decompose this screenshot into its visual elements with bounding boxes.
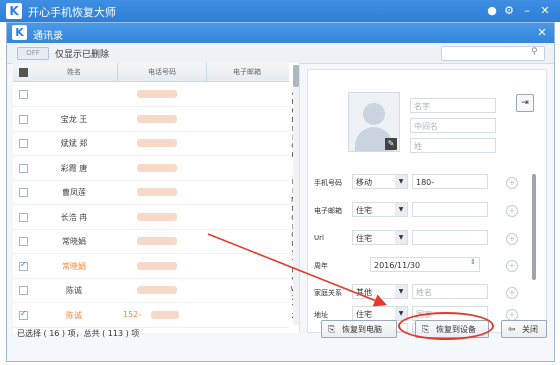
annotation-ellipse [398, 312, 494, 340]
annotation-arrow [207, 233, 387, 307]
